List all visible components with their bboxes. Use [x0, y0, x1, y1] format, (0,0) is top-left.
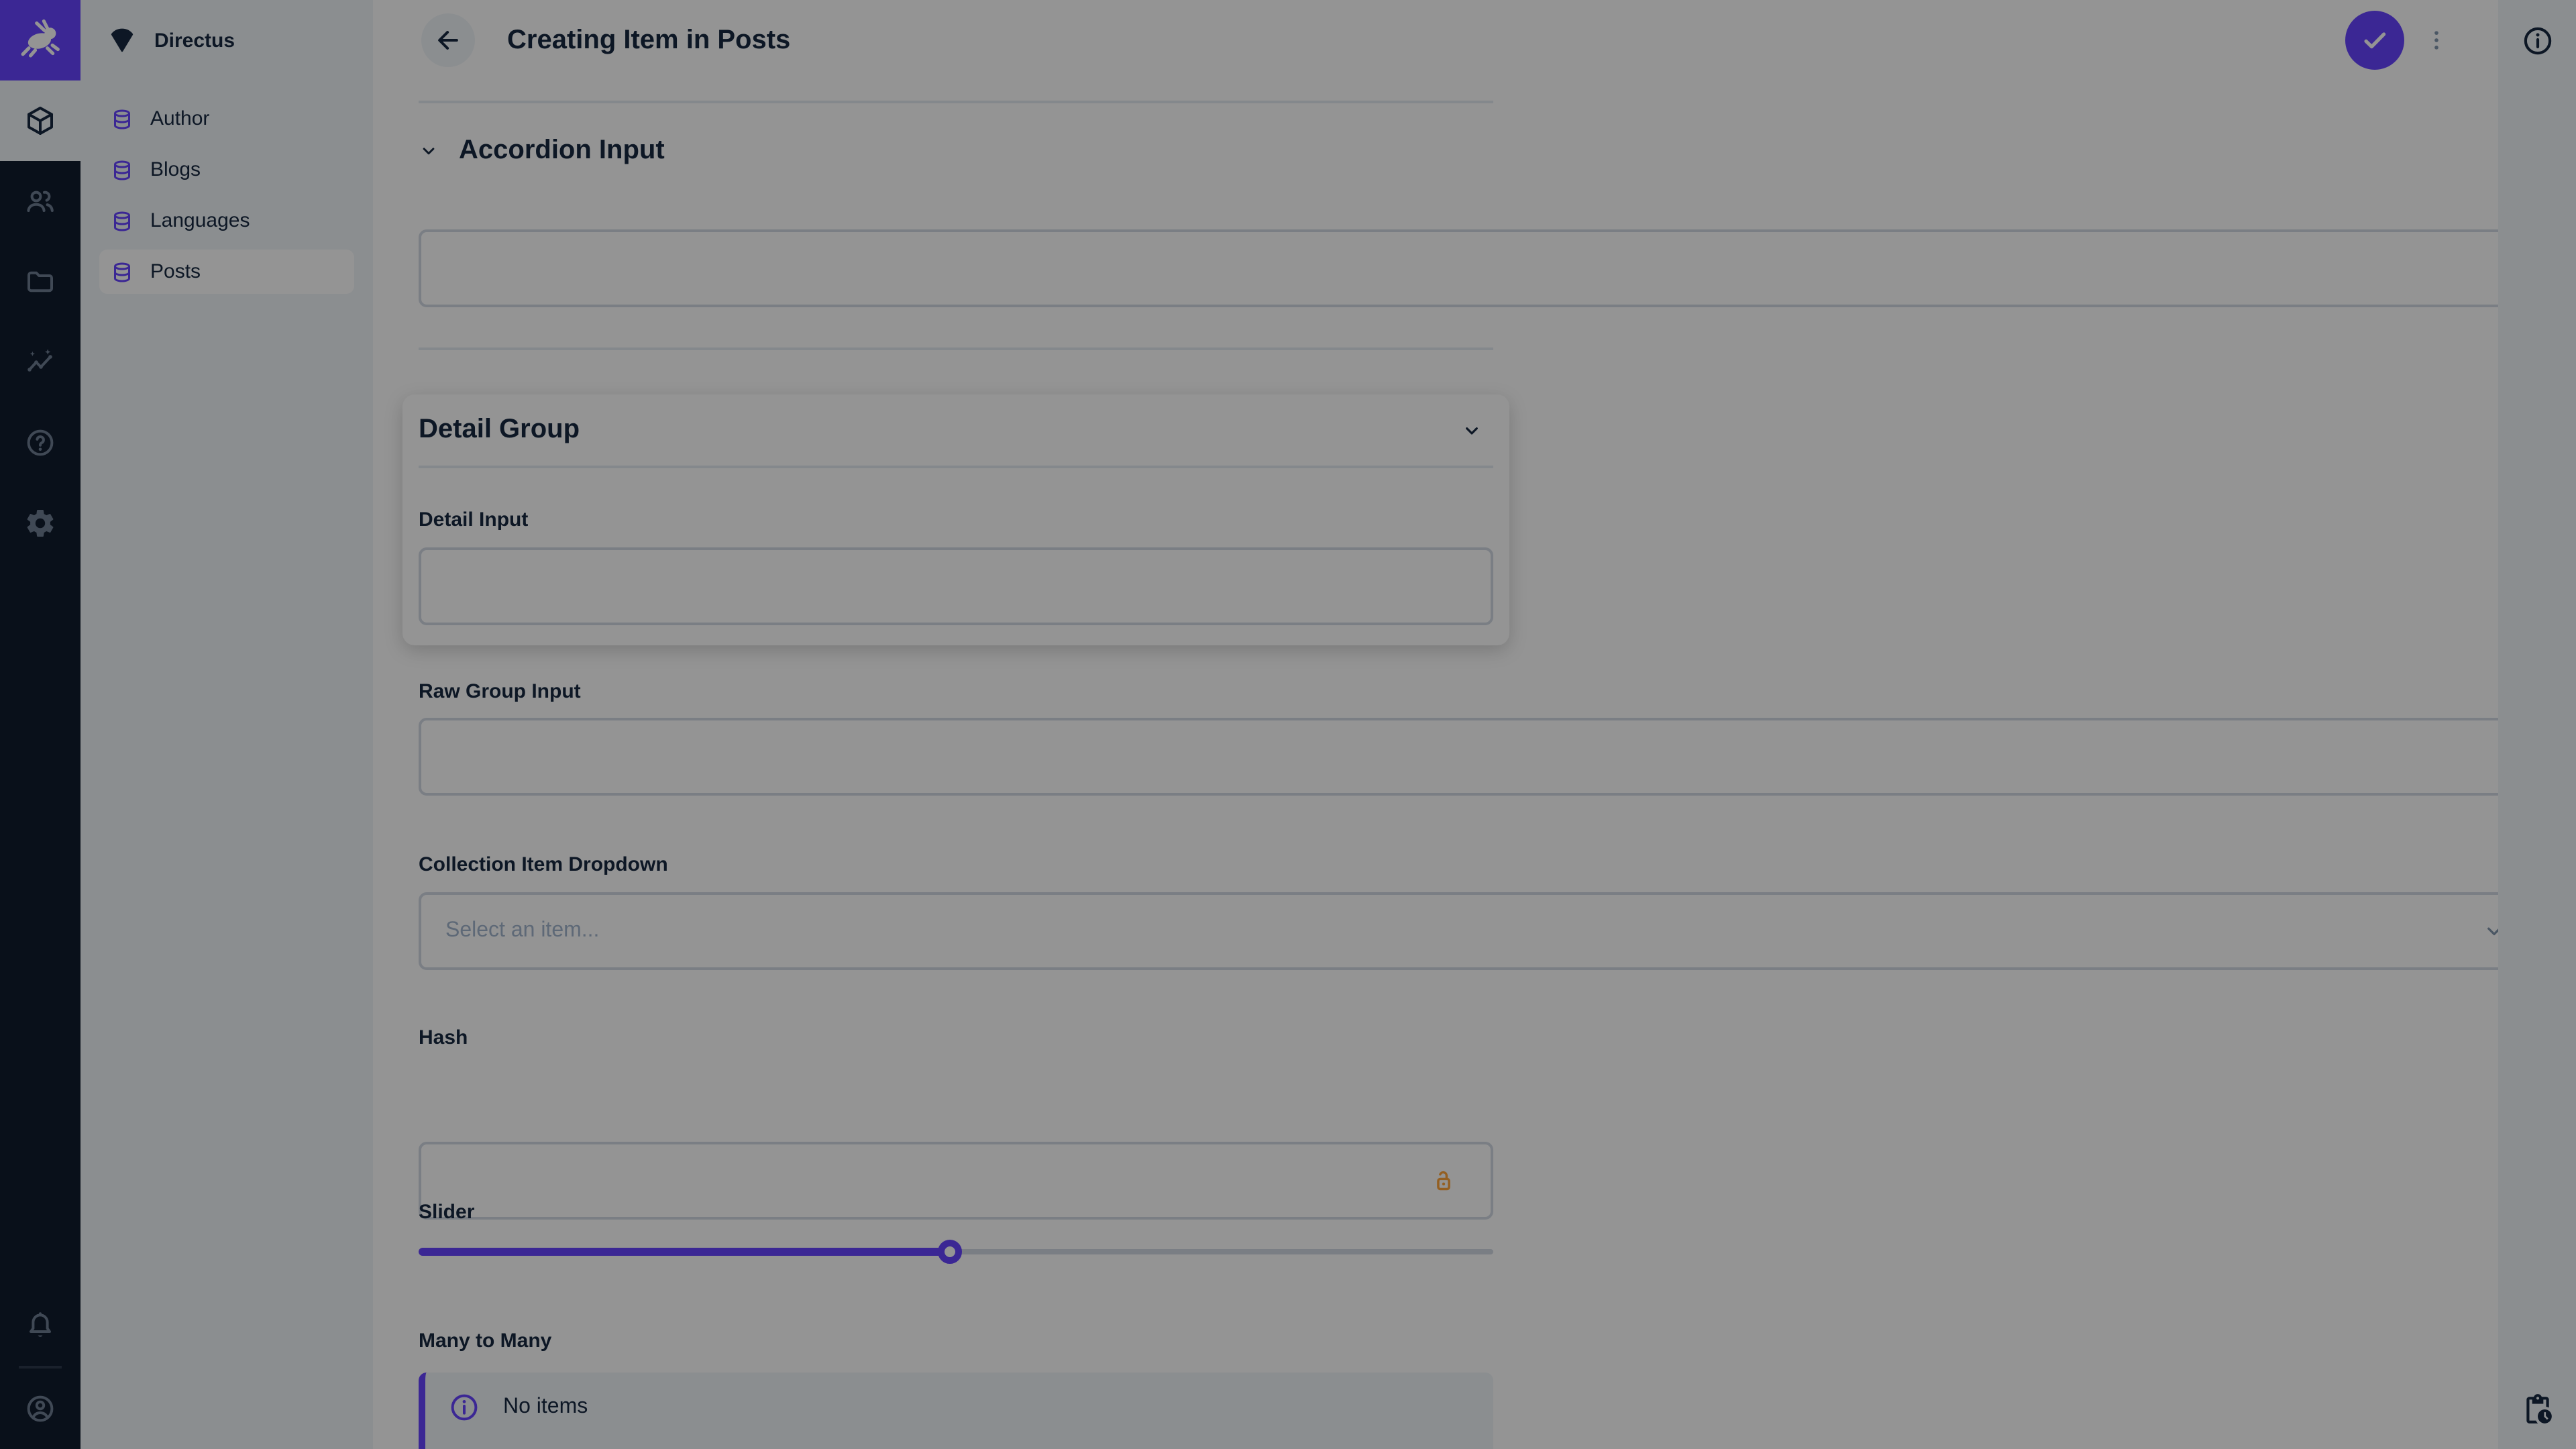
- focus-overlay: [0, 0, 2576, 1449]
- app-window: Directus Author Blogs Languages Posts Cr…: [0, 0, 2576, 1449]
